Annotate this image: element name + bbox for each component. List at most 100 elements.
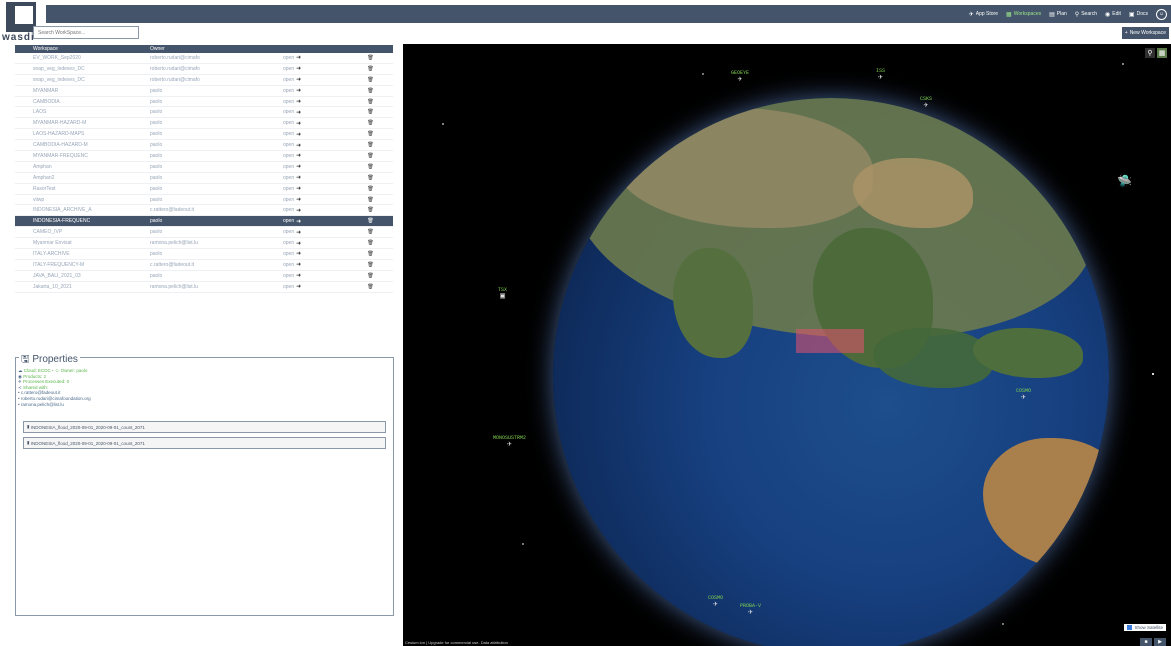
- table-row[interactable]: MYANMAR-HAZARD-M paolo open ➜ 🗑: [15, 118, 393, 130]
- globe-map[interactable]: GEOEYE ✈ ISS ✈ TSX ▣ MONOSUSTRM2 ✈ CSKS ✈ COS…: [403, 44, 1171, 646]
- open-workspace-link[interactable]: open ➜: [283, 142, 348, 149]
- workspace-name[interactable]: MYANMAR-HAZARD-M: [15, 120, 150, 126]
- trash-icon[interactable]: 🗑: [348, 120, 393, 126]
- open-workspace-link[interactable]: open ➜: [283, 240, 348, 247]
- workspace-name[interactable]: CAMBODIA: [15, 99, 150, 105]
- satellite-marker[interactable]: CSKS ✈: [920, 96, 932, 110]
- table-row[interactable]: INDONESIA-FREQUENC paolo open ➜ 🗑: [15, 216, 393, 228]
- workspace-name[interactable]: Amphan: [15, 164, 150, 170]
- table-row[interactable]: Myanmar Envisat ramona.pelich@list.lu open…: [15, 238, 393, 250]
- search-workspace-input[interactable]: [33, 26, 139, 39]
- product-item[interactable]: ▮ INDONESIA_flood_2020-09-01_2020-09-01_…: [23, 437, 386, 449]
- table-row[interactable]: LAOS-HAZARD-MAPS paolo open ➜ 🗑: [15, 129, 393, 141]
- workspace-name[interactable]: LAOS: [15, 109, 150, 115]
- trash-icon[interactable]: 🗑: [348, 251, 393, 257]
- table-row[interactable]: ITALY-FREQUENCY-M c.rattero@fadeout.it ope…: [15, 260, 393, 271]
- checkbox-icon[interactable]: [1127, 625, 1133, 630]
- trash-icon[interactable]: 🗑: [348, 153, 393, 159]
- trash-icon[interactable]: 🗑: [348, 77, 393, 83]
- workspace-name[interactable]: snap_veg_indexes_DC: [15, 77, 150, 83]
- search-icon[interactable]: ⚲: [1145, 48, 1155, 58]
- table-row[interactable]: snap_veg_indexes_DC roberto.rudari@cimafo…: [15, 75, 393, 86]
- nav-edit[interactable]: ◉ Edit: [1105, 11, 1121, 18]
- satellite-marker[interactable]: GEOEYE ✈: [731, 70, 749, 84]
- table-row[interactable]: viiwp paolo open ➜ 🗑: [15, 195, 393, 206]
- layer-picker-icon[interactable]: ▦: [1157, 48, 1167, 58]
- open-workspace-link[interactable]: open ➜: [283, 185, 348, 193]
- trash-icon[interactable]: 🗑: [348, 229, 393, 235]
- open-workspace-link[interactable]: open ➜: [283, 98, 348, 106]
- workspace-name[interactable]: Myanmar Envisat: [15, 240, 150, 246]
- product-item[interactable]: ▮ INDONESIA_flood_2020-09-01_2020-09-01_…: [23, 421, 386, 433]
- nav-app-store[interactable]: ✈ App Store: [969, 11, 998, 18]
- open-workspace-link[interactable]: open ➜: [283, 54, 348, 62]
- trash-icon[interactable]: 🗑: [348, 207, 393, 213]
- stop-icon[interactable]: ■: [1140, 638, 1152, 646]
- workspace-name[interactable]: ITALY-FREQUENCY-M: [15, 262, 150, 268]
- open-workspace-link[interactable]: open ➜: [283, 131, 348, 138]
- workspace-name[interactable]: viiwp: [15, 197, 150, 203]
- earth-globe[interactable]: [553, 98, 1109, 646]
- nav-workspaces[interactable]: ▦ Workspaces: [1006, 11, 1041, 18]
- open-workspace-link[interactable]: open ➜: [283, 218, 348, 225]
- satellite-marker[interactable]: TSX ▣: [498, 287, 507, 301]
- table-row[interactable]: RasorTest paolo open ➜ 🗑: [15, 184, 393, 195]
- workspace-name[interactable]: snap_veg_indexes_DC: [15, 66, 150, 72]
- satellite-marker[interactable]: PROBA-V ✈: [740, 603, 761, 617]
- workspace-name[interactable]: MYANMAR-FREQUENC: [15, 153, 150, 159]
- table-row[interactable]: CAMBODIA paolo open ➜ 🗑: [15, 97, 393, 108]
- table-row[interactable]: EV_WORK_Sep2020 roberto.rudari@cimafo open…: [15, 53, 393, 64]
- trash-icon[interactable]: 🗑: [348, 109, 393, 115]
- open-workspace-link[interactable]: open ➜: [283, 272, 348, 280]
- workspace-name[interactable]: RasorTest: [15, 186, 150, 192]
- open-workspace-link[interactable]: open ➜: [283, 283, 348, 291]
- workspace-name[interactable]: LAOS-HAZARD-MAPS: [15, 131, 150, 137]
- open-workspace-link[interactable]: open ➜: [283, 87, 348, 95]
- trash-icon[interactable]: 🗑: [348, 164, 393, 170]
- header-workspace[interactable]: Workspace: [15, 46, 150, 52]
- table-row[interactable]: Amphan2 paolo open ➜ 🗑: [15, 173, 393, 184]
- play-icon[interactable]: ▶: [1154, 638, 1166, 646]
- workspace-name[interactable]: JAVA_BALI_2021_03: [15, 273, 150, 279]
- workspace-name[interactable]: Amphan2: [15, 175, 150, 181]
- table-row[interactable]: INDONESIA_ARCHIVE_A c.rattero@fadeout.it o…: [15, 205, 393, 217]
- workspace-name[interactable]: INDONESIA_ARCHIVE_A: [15, 207, 150, 213]
- workspace-name[interactable]: MYANMAR: [15, 88, 150, 94]
- trash-icon[interactable]: 🗑: [348, 262, 393, 268]
- open-workspace-link[interactable]: open ➜: [283, 76, 348, 84]
- satellite-marker[interactable]: ISS ✈: [876, 68, 885, 82]
- trash-icon[interactable]: 🗑: [348, 66, 393, 72]
- trash-icon[interactable]: 🗑: [348, 142, 393, 148]
- trash-icon[interactable]: 🗑: [348, 218, 393, 224]
- workspace-name[interactable]: EV_WORK_Sep2020: [15, 55, 150, 61]
- trash-icon[interactable]: 🗑: [348, 175, 393, 181]
- trash-icon[interactable]: 🗑: [348, 197, 393, 203]
- open-workspace-link[interactable]: open ➜: [283, 109, 348, 116]
- nav-docs[interactable]: ▣ Docs: [1129, 11, 1148, 18]
- trash-icon[interactable]: 🗑: [348, 284, 393, 290]
- show-satellite-toggle[interactable]: Show Satellite: [1124, 624, 1166, 631]
- table-row[interactable]: MYANMAR-FREQUENC paolo open ➜ 🗑: [15, 151, 393, 162]
- table-row[interactable]: JAVA_BALI_2021_03 paolo open ➜ 🗑: [15, 271, 393, 282]
- header-owner[interactable]: Owner: [150, 46, 283, 52]
- open-workspace-link[interactable]: open ➜: [283, 174, 348, 182]
- nav-search[interactable]: ⚲ Search: [1075, 11, 1097, 18]
- table-row[interactable]: snap_veg_indexes_DC roberto.rudari@cimafo…: [15, 64, 393, 75]
- open-workspace-link[interactable]: open ➜: [283, 163, 348, 171]
- trash-icon[interactable]: 🗑: [348, 55, 393, 61]
- table-row[interactable]: Jakarta_10_2021 ramona.pelich@list.lu open…: [15, 282, 393, 293]
- new-workspace-button[interactable]: + New Workspace: [1121, 27, 1169, 39]
- workspace-name[interactable]: INDONESIA-FREQUENC: [15, 218, 150, 224]
- area-of-interest[interactable]: [796, 329, 864, 353]
- table-row[interactable]: MYANMAR paolo open ➜ 🗑: [15, 86, 393, 97]
- workspace-name[interactable]: Jakarta_10_2021: [15, 284, 150, 290]
- trash-icon[interactable]: 🗑: [348, 240, 393, 246]
- satellite-marker[interactable]: COSMO ✈: [708, 595, 723, 609]
- table-row[interactable]: LAOS paolo open ➜ 🗑: [15, 107, 393, 119]
- table-row[interactable]: CAMBODIA-HAZARD-M paolo open ➜ 🗑: [15, 140, 393, 152]
- open-workspace-link[interactable]: open ➜: [283, 120, 348, 127]
- open-workspace-link[interactable]: open ➜: [283, 261, 348, 269]
- table-row[interactable]: CAMEO_IVP paolo open ➜ 🗑: [15, 227, 393, 239]
- nav-plan[interactable]: ▤ Plan: [1049, 11, 1067, 18]
- open-workspace-link[interactable]: open ➜: [283, 196, 348, 204]
